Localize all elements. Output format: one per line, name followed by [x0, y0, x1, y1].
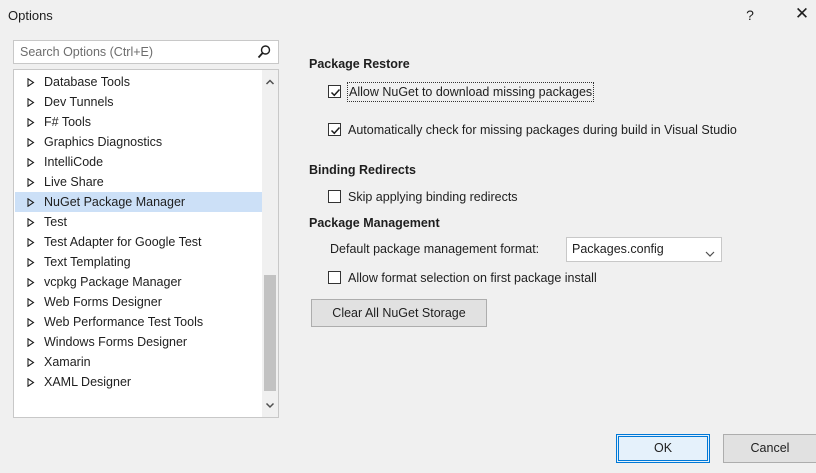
tree-item[interactable]: Web Performance Test Tools	[15, 312, 264, 332]
expand-arrow-icon[interactable]	[27, 152, 37, 172]
allow-format-selection-checkbox[interactable]	[328, 271, 341, 284]
tree-item[interactable]: NuGet Package Manager	[15, 192, 264, 212]
scroll-thumb[interactable]	[264, 275, 276, 391]
expand-arrow-icon[interactable]	[27, 112, 37, 132]
expand-arrow-icon[interactable]	[27, 172, 37, 192]
auto-check-label[interactable]: Automatically check for missing packages…	[348, 121, 737, 139]
tree-item[interactable]: XAML Designer	[15, 372, 264, 392]
window-title: Options	[8, 8, 53, 23]
tree-item-label: Web Forms Designer	[44, 295, 162, 309]
tree-item-label: F# Tools	[44, 115, 92, 129]
tree-item[interactable]: Xamarin	[15, 352, 264, 372]
tree-item-label: Test	[44, 215, 67, 229]
tree-item[interactable]: vcpkg Package Manager	[15, 272, 264, 292]
skip-redirects-checkbox[interactable]	[328, 190, 341, 203]
tree-item-label: Dev Tunnels	[44, 95, 114, 109]
expand-arrow-icon[interactable]	[27, 312, 37, 332]
skip-redirects-label[interactable]: Skip applying binding redirects	[348, 188, 518, 206]
expand-arrow-icon[interactable]	[27, 272, 37, 292]
expand-arrow-icon[interactable]	[27, 352, 37, 372]
tree-item-label: Graphics Diagnostics	[44, 135, 163, 149]
chevron-down-icon[interactable]	[705, 246, 715, 260]
cancel-button[interactable]: Cancel	[723, 434, 816, 463]
expand-arrow-icon[interactable]	[27, 372, 37, 392]
tree-item-label: Database Tools	[44, 75, 130, 89]
expand-arrow-icon[interactable]	[27, 332, 37, 352]
search-box[interactable]	[13, 40, 279, 64]
expand-arrow-icon[interactable]	[27, 192, 37, 212]
search-icon[interactable]	[256, 44, 272, 60]
clear-nuget-storage-button[interactable]: Clear All NuGet Storage	[311, 299, 487, 327]
format-label: Default package management format:	[330, 242, 540, 256]
tree-item[interactable]: IntelliCode	[15, 152, 264, 172]
tree-item[interactable]: Test	[15, 212, 264, 232]
scroll-down-icon[interactable]	[262, 397, 278, 413]
tree-scrollbar[interactable]	[262, 70, 278, 417]
tree-item[interactable]: Dev Tunnels	[15, 92, 264, 112]
ok-button-label: OK	[653, 441, 673, 455]
allow-download-checkbox[interactable]	[328, 85, 341, 98]
expand-arrow-icon[interactable]	[27, 252, 37, 272]
tree-item-label: vcpkg Package Manager	[44, 275, 182, 289]
allow-download-label[interactable]: Allow NuGet to download missing packages	[346, 82, 595, 102]
tree-item-label: XAML Designer	[44, 375, 132, 389]
options-tree[interactable]: Database Tools Dev Tunnels F# Tools Graphic…	[13, 69, 279, 418]
expand-arrow-icon[interactable]	[27, 92, 37, 112]
scroll-up-icon[interactable]	[262, 74, 278, 90]
tree-item-label: Text Templating	[44, 255, 131, 269]
tree-item[interactable]: Graphics Diagnostics	[15, 132, 264, 152]
search-input[interactable]	[20, 44, 252, 60]
tree-item[interactable]: Text Templating	[15, 252, 264, 272]
help-button[interactable]: ?	[738, 4, 762, 26]
package-management-heading: Package Management	[309, 216, 440, 230]
tree-item[interactable]: Database Tools	[15, 72, 264, 92]
tree-item[interactable]: Windows Forms Designer	[15, 332, 264, 352]
tree-item[interactable]: Test Adapter for Google Test	[15, 232, 264, 252]
tree-item-label: Test Adapter for Google Test	[44, 235, 202, 249]
auto-check-checkbox[interactable]	[328, 123, 341, 136]
format-dropdown[interactable]: Packages.config	[566, 237, 722, 262]
tree-item-label: NuGet Package Manager	[44, 195, 186, 209]
expand-arrow-icon[interactable]	[27, 232, 37, 252]
format-dropdown-value: Packages.config	[572, 242, 664, 256]
tree-item[interactable]: Live Share	[15, 172, 264, 192]
tree-item[interactable]: Web Forms Designer	[15, 292, 264, 312]
tree-item-label: Web Performance Test Tools	[44, 315, 204, 329]
close-button[interactable]: ✕	[790, 3, 814, 25]
tree-item-label: Xamarin	[44, 355, 91, 369]
tree-item-label: Live Share	[44, 175, 104, 189]
binding-redirects-heading: Binding Redirects	[309, 163, 416, 177]
expand-arrow-icon[interactable]	[27, 292, 37, 312]
expand-arrow-icon[interactable]	[27, 132, 37, 152]
package-restore-heading: Package Restore	[309, 57, 410, 71]
allow-format-selection-label[interactable]: Allow format selection on first package …	[348, 269, 597, 287]
expand-arrow-icon[interactable]	[27, 72, 37, 92]
ok-button[interactable]: OK	[616, 434, 710, 463]
tree-item-label: Windows Forms Designer	[44, 335, 188, 349]
tree-item-label: IntelliCode	[44, 155, 104, 169]
tree-item[interactable]: F# Tools	[15, 112, 264, 132]
expand-arrow-icon[interactable]	[27, 212, 37, 232]
